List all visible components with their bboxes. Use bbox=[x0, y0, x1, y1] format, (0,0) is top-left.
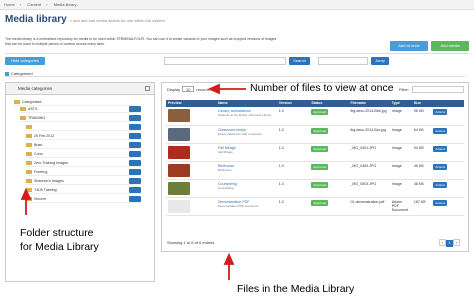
callout-display: Number of files to view at once bbox=[250, 82, 394, 94]
annotation-arrows bbox=[20, 83, 246, 280]
callout-files: Files in the Media Library bbox=[237, 283, 355, 295]
arrowhead-display bbox=[207, 83, 220, 95]
arrowhead-tree bbox=[20, 187, 32, 200]
callout-folder-2: for Media Library bbox=[20, 241, 99, 253]
callout-folder-1: Folder structure bbox=[20, 227, 94, 239]
arrowhead-files bbox=[223, 252, 235, 265]
